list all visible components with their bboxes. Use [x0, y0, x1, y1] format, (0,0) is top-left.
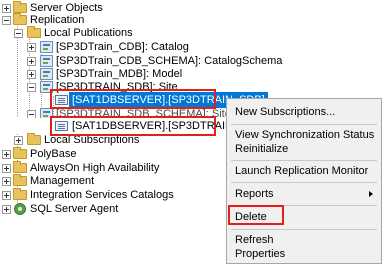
expand-icon[interactable] — [27, 57, 36, 66]
expand-icon[interactable] — [2, 177, 11, 186]
menu-separator — [231, 229, 377, 230]
context-menu: New Subscriptions... View Synchronizatio… — [226, 98, 382, 264]
tree-node-label: SQL Server Agent — [30, 203, 119, 215]
submenu-arrow-icon — [369, 191, 373, 197]
expand-icon[interactable] — [27, 43, 36, 52]
highlight-box-delete — [228, 205, 284, 225]
folder-icon — [27, 26, 41, 38]
expand-icon[interactable] — [27, 70, 36, 79]
menu-item-label: Launch Replication Monitor — [235, 165, 369, 177]
expand-icon[interactable] — [2, 191, 11, 200]
folder-icon — [13, 161, 27, 173]
collapse-icon[interactable] — [2, 16, 11, 25]
folder-icon — [27, 133, 41, 145]
menu-item-new-subscriptions[interactable]: New Subscriptions... — [227, 103, 381, 121]
highlight-box-subscription-1 — [50, 89, 216, 109]
menu-item-label: Properties — [235, 248, 286, 260]
expand-icon[interactable] — [2, 150, 11, 159]
menu-item-label: Reports — [235, 188, 274, 200]
publication-icon — [40, 41, 53, 53]
collapse-icon[interactable] — [27, 83, 36, 92]
folder-icon — [13, 188, 27, 200]
sql-agent-icon — [14, 203, 26, 215]
menu-item-reinitialize[interactable]: Reinitialize — [227, 140, 381, 158]
folder-icon — [13, 174, 27, 186]
menu-separator — [231, 124, 377, 125]
expand-icon[interactable] — [2, 164, 11, 173]
folder-icon — [13, 147, 27, 159]
menu-item-label: New Subscriptions... — [235, 106, 336, 118]
expand-icon[interactable] — [2, 205, 11, 214]
tree-node-sql-server-agent[interactable]: SQL Server Agent — [0, 201, 200, 217]
menu-separator — [231, 160, 377, 161]
folder-icon — [13, 13, 27, 25]
menu-item-properties[interactable]: Properties — [227, 245, 381, 263]
collapse-icon[interactable] — [14, 29, 23, 38]
highlight-box-subscription-2 — [50, 116, 216, 136]
expand-icon[interactable] — [14, 136, 23, 145]
menu-separator — [231, 182, 377, 183]
menu-item-label: Reinitialize — [235, 143, 289, 155]
menu-item-launch-replication-monitor[interactable]: Launch Replication Monitor — [227, 162, 381, 180]
menu-item-reports[interactable]: Reports — [227, 185, 381, 203]
